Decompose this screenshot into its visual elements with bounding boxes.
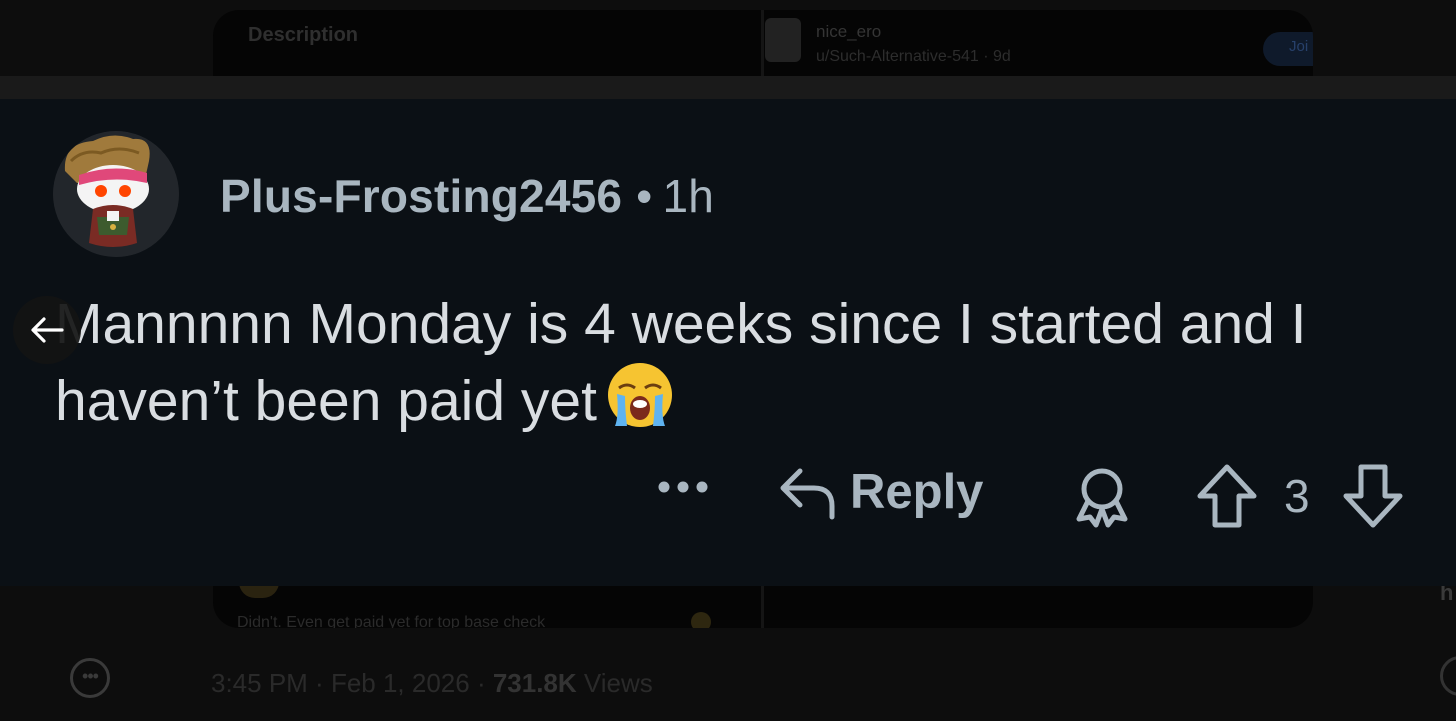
more-options-icon[interactable]: ••• [70,658,110,698]
background-media-card-bottom: Didn't. Even get paid yet for top base c… [213,586,1313,628]
downvote-button[interactable] [1342,463,1404,529]
username[interactable]: Plus-Frosting2456 [220,170,622,222]
upvote-button[interactable] [1196,463,1258,529]
description-label: Description [248,24,359,46]
join-button[interactable]: Joi [1263,32,1313,66]
background-emoji [691,612,711,628]
overlay-top-band [0,76,1456,99]
snoo-avatar-icon [53,131,179,257]
thumbnail-avatar [765,18,801,62]
award-button[interactable] [1072,465,1132,529]
views-count: 731.8K [492,668,577,698]
meta-separator: • [636,170,653,222]
vote-count: 3 [1284,470,1310,522]
back-button[interactable] [13,296,81,364]
award-icon [1076,468,1128,528]
background-bottom-avatar [239,586,279,598]
right-edge-circle-icon[interactable] [1440,656,1456,696]
post-meta: 3:45 PM · Feb 1, 2026 · 731.8K Views [211,668,653,698]
upvote-arrow-icon [1197,464,1257,528]
crying-face-emoji [607,363,672,427]
card-divider [761,586,764,628]
background-media-card-top: Description nice_ero u/Such-Alternative-… [213,10,1313,76]
views-label: Views [583,668,653,698]
reddit-comment-card: Plus-Frosting2456 • 1h Mannnnn Monday is 4… [0,99,1456,586]
comment-body: Mannnnn Monday is 4 weeks since I starte… [55,289,1415,437]
background-preview-text: Didn't. Even get paid yet for top base c… [237,614,546,628]
more-options-button[interactable] [656,479,710,495]
comment-age: 1h [662,170,715,222]
more-dots-icon [658,481,708,493]
post-time: 3:45 PM [211,668,308,698]
back-arrow-icon [31,317,64,343]
downvote-arrow-icon [1343,464,1403,528]
comment-meta: Plus-Frosting2456 • 1h [220,169,714,223]
background-username: nice_ero [816,22,882,41]
reply-button[interactable]: Reply [778,463,983,521]
reply-arrow-icon [780,468,835,520]
card-divider [761,10,764,76]
background-subline: u/Such-Alternative-541 · 9d [816,48,1011,65]
reply-label: Reply [850,465,984,519]
comment-text: Mannnnn Monday is 4 weeks since I starte… [55,292,1307,433]
post-date: Feb 1, 2026 [330,668,470,698]
avatar[interactable] [53,131,179,257]
